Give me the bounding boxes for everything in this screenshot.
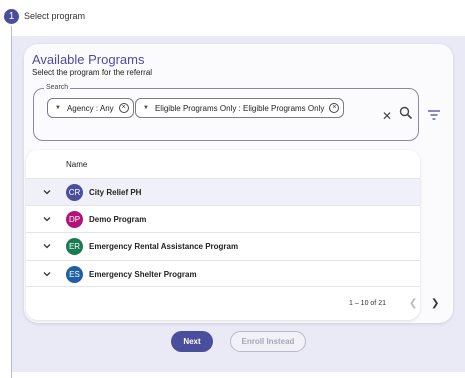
clear-chip-icon[interactable]: × bbox=[118, 103, 129, 113]
eligible-programs-filter-chip[interactable]: ▼ Eligible Programs Only : Eligible Prog… bbox=[135, 98, 345, 118]
table-row[interactable]: CR City Relief PH bbox=[26, 178, 420, 205]
program-name: Emergency Rental Assistance Program bbox=[89, 242, 239, 251]
caret-down-icon[interactable]: ▼ bbox=[143, 105, 149, 111]
stepper-header: 1 Select program bbox=[0, 0, 465, 34]
agency-filter-chip[interactable]: ▼ Agency : Any × bbox=[47, 98, 134, 118]
avatar: DP bbox=[66, 211, 83, 228]
next-button[interactable]: Next bbox=[171, 331, 213, 352]
clear-search-icon[interactable]: ✕ bbox=[382, 109, 392, 123]
table-row[interactable]: DP Demo Program bbox=[26, 205, 420, 232]
pagination-range: 1 – 10 of 21 bbox=[349, 300, 386, 307]
program-name: Demo Program bbox=[89, 215, 147, 224]
avatar: ER bbox=[66, 238, 83, 255]
chip-label: Agency : Any bbox=[66, 103, 114, 113]
filter-icon[interactable] bbox=[428, 110, 440, 120]
clear-chip-icon[interactable]: × bbox=[329, 103, 340, 113]
page-subtitle: Select the program for the referral bbox=[32, 68, 153, 77]
expand-chevron-icon[interactable] bbox=[43, 242, 51, 250]
expand-chevron-icon[interactable] bbox=[43, 270, 51, 278]
expand-chevron-icon[interactable] bbox=[43, 215, 51, 223]
avatar: ES bbox=[66, 266, 83, 283]
step-number-badge: 1 bbox=[4, 9, 19, 24]
chip-label: Eligible Programs Only : Eligible Progra… bbox=[154, 103, 325, 113]
expand-chevron-icon[interactable] bbox=[43, 188, 51, 196]
avatar: CR bbox=[66, 184, 83, 201]
search-icon[interactable] bbox=[399, 106, 413, 120]
program-name: City Relief PH bbox=[89, 188, 142, 197]
caret-down-icon[interactable]: ▼ bbox=[55, 105, 61, 111]
search-legend: Search bbox=[44, 84, 71, 91]
program-name: Emergency Shelter Program bbox=[89, 270, 197, 279]
table-row[interactable]: ES Emergency Shelter Program bbox=[26, 260, 420, 287]
next-page-icon[interactable]: ❯ bbox=[431, 298, 439, 309]
step-label: Select program bbox=[24, 11, 86, 21]
previous-page-icon[interactable]: ❮ bbox=[409, 298, 417, 309]
column-header-name: Name bbox=[66, 160, 88, 169]
enroll-instead-button[interactable]: Enroll Instead bbox=[230, 331, 306, 352]
table-row[interactable]: ER Emergency Rental Assistance Program bbox=[26, 232, 420, 259]
page-title: Available Programs bbox=[32, 52, 145, 67]
